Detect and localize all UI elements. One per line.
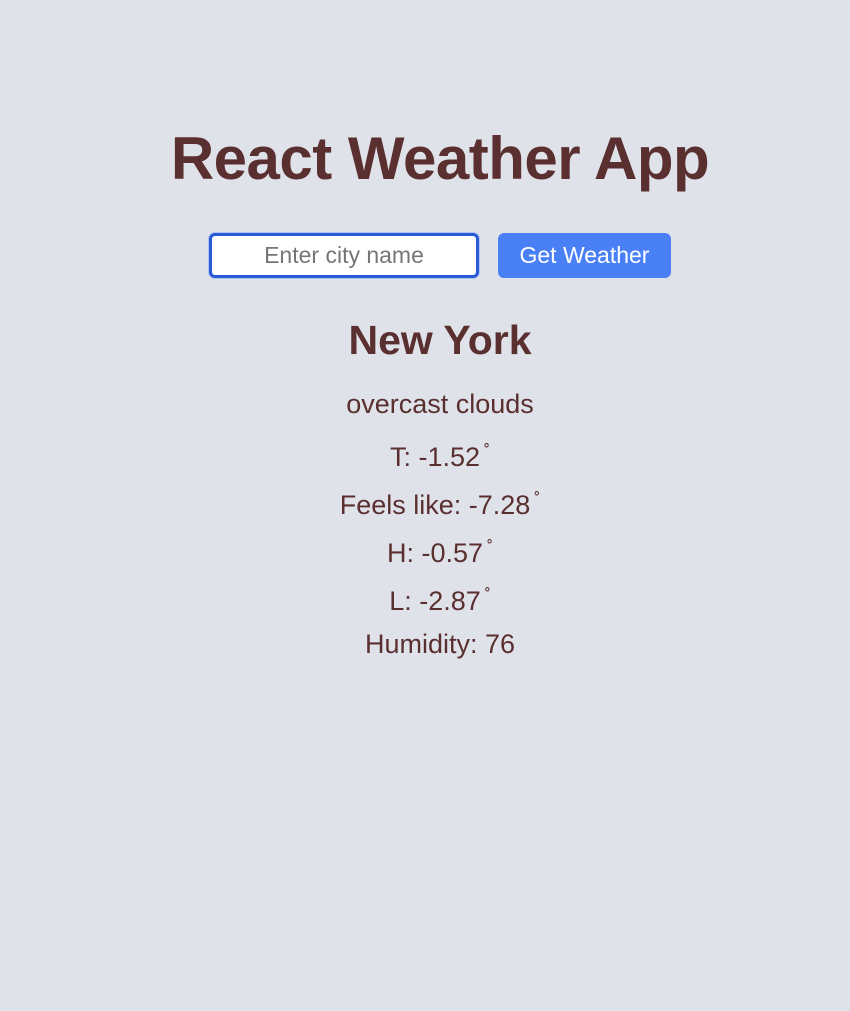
degree-symbol: ˚ [484, 442, 491, 462]
city-name: New York [348, 317, 532, 363]
get-weather-button[interactable]: Get Weather [498, 233, 671, 278]
search-form: Get Weather [209, 233, 671, 278]
feels-like-row: Feels like: -7.28 ˚ [0, 476, 850, 524]
temperature-value: T: -1.52 [389, 442, 481, 472]
degree-symbol: ˚ [534, 490, 541, 510]
degree-symbol: ˚ [487, 538, 494, 558]
weather-app: React Weather App Get Weather New York o… [0, 0, 850, 1011]
high-temperature-row: H: -0.57 ˚ [0, 524, 850, 572]
temperature-row: T: -1.52 ˚ [0, 428, 850, 476]
city-search-input[interactable] [209, 233, 479, 278]
degree-symbol: ˚ [484, 586, 491, 606]
high-temperature-value: H: -0.57 [386, 538, 484, 568]
page-title: React Weather App [170, 125, 710, 192]
low-temperature-value: L: -2.87 [389, 586, 481, 616]
weather-description: overcast clouds [346, 389, 534, 419]
humidity-value: Humidity: 76 [364, 629, 516, 659]
weather-details: overcast clouds T: -1.52 ˚ Feels like: -7… [0, 380, 850, 668]
humidity-row: Humidity: 76 [0, 620, 850, 668]
low-temperature-row: L: -2.87 ˚ [0, 572, 850, 620]
feels-like-value: Feels like: -7.28 [339, 490, 531, 520]
